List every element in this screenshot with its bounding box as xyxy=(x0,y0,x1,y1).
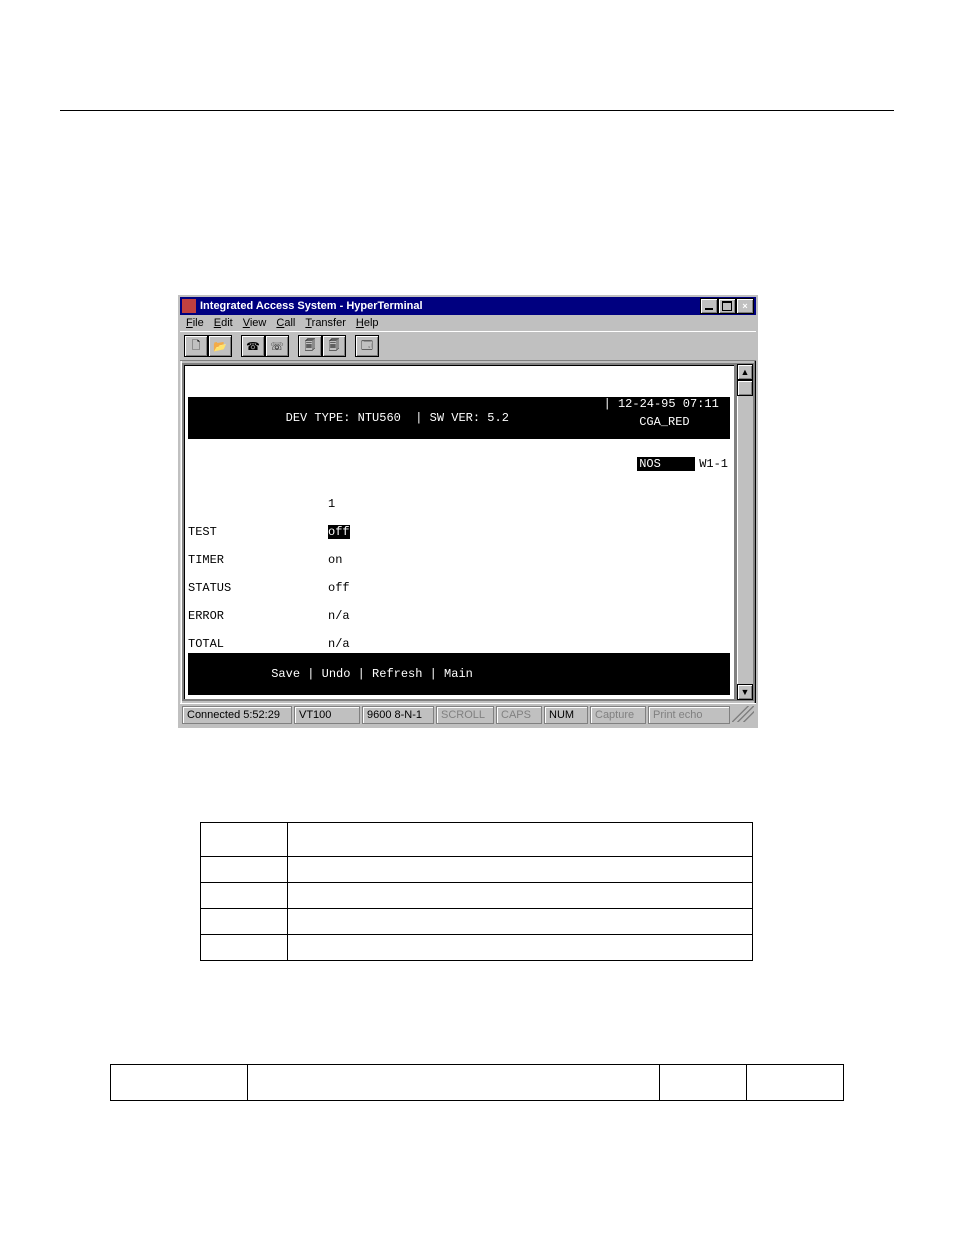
row-timer-value: on xyxy=(328,553,342,567)
toolbar-receive-icon[interactable]: 🗐 xyxy=(322,335,346,357)
menu-call[interactable]: Call xyxy=(276,317,295,329)
alarm-panel: CGA_REDW1-1 NOSW1-1 xyxy=(637,387,728,499)
maximize-button[interactable] xyxy=(718,298,736,314)
terminal-footer: Save | Undo | Refresh | Main xyxy=(188,653,730,695)
status-bar: Connected 5:52:29 VT100 9600 8-N-1 SCROL… xyxy=(180,703,756,726)
row-status-label: STATUS xyxy=(188,581,328,595)
status-emulation: VT100 xyxy=(294,706,360,724)
page-header-rule xyxy=(60,70,894,111)
minimize-button[interactable] xyxy=(700,298,718,314)
toolbar-properties-icon[interactable]: 🗔 xyxy=(355,335,379,357)
row-test-value: off xyxy=(328,525,350,539)
toolbar-open-icon[interactable]: 📂 xyxy=(208,335,232,357)
menu-view[interactable]: View xyxy=(243,317,267,329)
menu-bar: File Edit View Call Transfer Help xyxy=(180,315,756,331)
row-total-label: TOTAL xyxy=(188,637,328,651)
toolbar: 🗋 📂 ☎ ☏ 🗐 🗐 🗔 xyxy=(180,331,756,361)
row-total-value: n/a xyxy=(328,637,350,651)
status-scroll: SCROLL xyxy=(436,706,494,724)
row-test-label: TEST xyxy=(188,525,328,539)
toolbar-call-icon[interactable]: ☎ xyxy=(241,335,265,357)
status-caps: CAPS xyxy=(496,706,542,724)
scroll-up-icon[interactable]: ▲ xyxy=(737,364,753,380)
status-config: 9600 8-N-1 xyxy=(362,706,434,724)
row-status-value: off xyxy=(328,581,350,595)
status-capture: Capture xyxy=(590,706,646,724)
row-error-value: n/a xyxy=(328,609,350,623)
menu-edit[interactable]: Edit xyxy=(214,317,233,329)
settings-table xyxy=(110,1064,844,1101)
row-error-label: ERROR xyxy=(188,609,328,623)
menu-help[interactable]: Help xyxy=(356,317,379,329)
scroll-down-icon[interactable]: ▼ xyxy=(737,684,753,700)
toolbar-new-icon[interactable]: 🗋 xyxy=(184,335,208,357)
menu-file[interactable]: File xyxy=(186,317,204,329)
window-title: Integrated Access System - HyperTerminal xyxy=(200,300,700,312)
options-table xyxy=(200,822,753,961)
toolbar-send-icon[interactable]: 🗐 xyxy=(298,335,322,357)
toolbar-hangup-icon[interactable]: ☏ xyxy=(265,335,289,357)
terminal-area[interactable]: DEV TYPE: NTU560 | SW VER: 5.2 | 12-24-9… xyxy=(182,363,736,701)
resize-grip-icon[interactable] xyxy=(732,706,754,722)
hyperterminal-window: Integrated Access System - HyperTerminal… xyxy=(178,295,758,728)
title-bar[interactable]: Integrated Access System - HyperTerminal… xyxy=(180,297,756,315)
close-button[interactable]: × xyxy=(736,298,754,314)
terminal-body: 1 TESToff TIMERon STATUSoff ERRORn/a TOT… xyxy=(188,481,730,679)
scroll-thumb[interactable] xyxy=(737,380,753,396)
status-printecho: Print echo xyxy=(648,706,730,724)
row-timer-label: TIMER xyxy=(188,553,328,567)
app-icon xyxy=(182,299,196,313)
status-connected: Connected 5:52:29 xyxy=(182,706,292,724)
menu-transfer[interactable]: Transfer xyxy=(305,317,346,329)
status-num: NUM xyxy=(544,706,588,724)
vertical-scrollbar[interactable]: ▲ ▼ xyxy=(736,363,754,701)
